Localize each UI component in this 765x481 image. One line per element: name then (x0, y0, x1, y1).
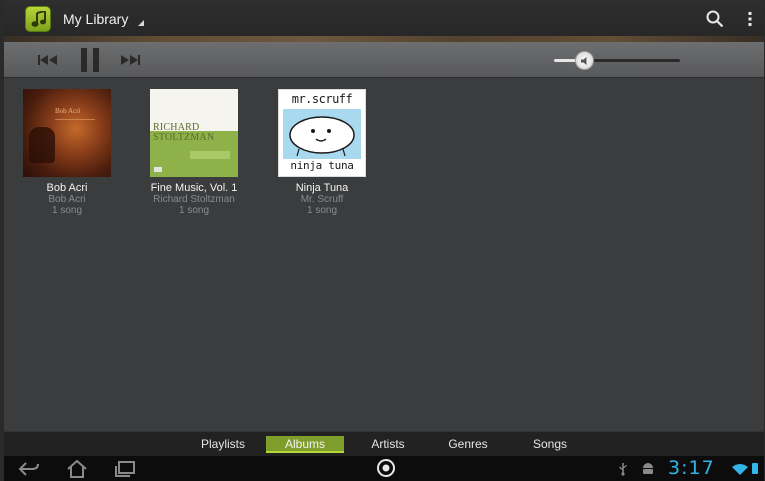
album-name: Bob Acri (46, 182, 88, 194)
system-clock: 3:17 (668, 457, 715, 479)
tab-songs[interactable]: Songs (518, 436, 582, 453)
system-navigation-bar: 3:17 (4, 456, 764, 481)
albums-grid: Bob Acri Bob Acri Bob Acri 1 song RICHAR… (4, 79, 764, 431)
tab-albums[interactable]: Albums (266, 436, 344, 453)
album-item[interactable]: RICHARD STOLTZMAN Fine Music, Vol. 1 Ric… (144, 89, 244, 216)
library-tabs: Playlists Albums Artists Genres Songs (4, 431, 764, 456)
next-track-icon[interactable] (120, 55, 140, 65)
wifi-icon (732, 464, 748, 475)
album-cover-text: mr.scruff (291, 92, 353, 106)
album-item[interactable]: Bob Acri Bob Acri Bob Acri 1 song (17, 89, 117, 216)
search-icon[interactable] (706, 10, 724, 28)
pause-icon[interactable] (80, 48, 100, 72)
music-note-icon[interactable] (25, 6, 51, 32)
album-cover-subtitle: ninja tuna (290, 159, 354, 172)
home-icon[interactable] (66, 460, 88, 478)
previous-track-icon[interactable] (38, 55, 58, 65)
back-icon[interactable] (18, 461, 40, 477)
tab-genres[interactable]: Genres (436, 436, 500, 453)
launcher-circle-icon[interactable] (376, 458, 396, 478)
volume-slider-handle[interactable] (575, 51, 594, 70)
album-cover-text: Bob Acri (55, 107, 81, 115)
tab-artists[interactable]: Artists (356, 436, 420, 453)
recent-apps-icon[interactable] (114, 461, 136, 477)
battery-icon (752, 463, 758, 474)
action-bar: My Library (4, 0, 764, 42)
dropdown-caret-icon[interactable] (138, 20, 144, 26)
album-cover[interactable]: mr.scruff ninja tuna (278, 89, 366, 177)
usb-icon (619, 463, 627, 476)
page-title[interactable]: My Library (63, 11, 128, 27)
cartoon-cloud-icon (289, 116, 355, 157)
album-artist: Mr. Scruff (300, 194, 344, 205)
album-artist: Richard Stoltzman (153, 194, 235, 205)
album-item[interactable]: mr.scruff ninja tuna Ninja Tuna Mr. Scru… (272, 89, 372, 216)
album-name: Ninja Tuna (295, 182, 349, 194)
album-cover[interactable]: Bob Acri (23, 89, 111, 177)
playback-controls (4, 42, 764, 78)
screen: My Library Bob Acri Bob Acri Bob Acri 1 … (4, 0, 764, 481)
album-cover-text: RICHARD STOLTZMAN (153, 122, 215, 143)
album-song-count: 1 song (178, 205, 210, 216)
speaker-icon (581, 57, 587, 65)
album-song-count: 1 song (306, 205, 338, 216)
album-name: Fine Music, Vol. 1 (150, 182, 238, 194)
android-icon (643, 463, 653, 474)
tab-playlists[interactable]: Playlists (190, 436, 256, 453)
album-artist: Bob Acri (48, 194, 86, 205)
album-cover[interactable]: RICHARD STOLTZMAN (150, 89, 238, 177)
overflow-menu-icon[interactable] (748, 12, 752, 26)
album-song-count: 1 song (51, 205, 83, 216)
